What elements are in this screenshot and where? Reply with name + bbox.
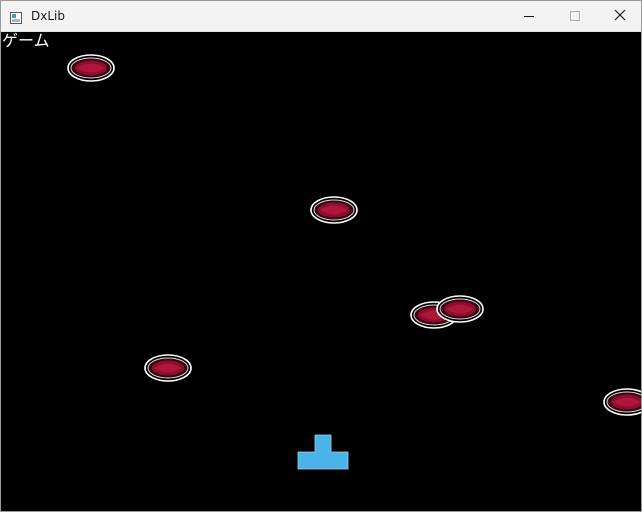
enemy-ufo-icon [67,54,115,82]
minimize-icon [524,16,534,17]
enemy-ufo-icon [436,295,484,323]
enemy-ufo-icon [144,354,192,382]
maximize-button[interactable] [552,1,598,31]
app-window-icon [10,9,22,24]
close-icon [614,9,626,21]
maximize-icon [570,11,580,21]
player-ship-icon [297,434,349,470]
enemy-ufo-icon [310,196,358,224]
scene-label: ゲーム [2,32,50,50]
minimize-button[interactable] [506,1,552,31]
app-window: DxLib ゲーム [0,0,642,512]
game-canvas[interactable]: ゲーム [1,32,641,511]
enemy-ufo-icon [603,388,641,416]
title-bar[interactable]: DxLib [1,1,641,32]
game-scene [67,54,641,470]
window-title: DxLib [31,9,65,23]
close-button[interactable] [598,1,642,31]
